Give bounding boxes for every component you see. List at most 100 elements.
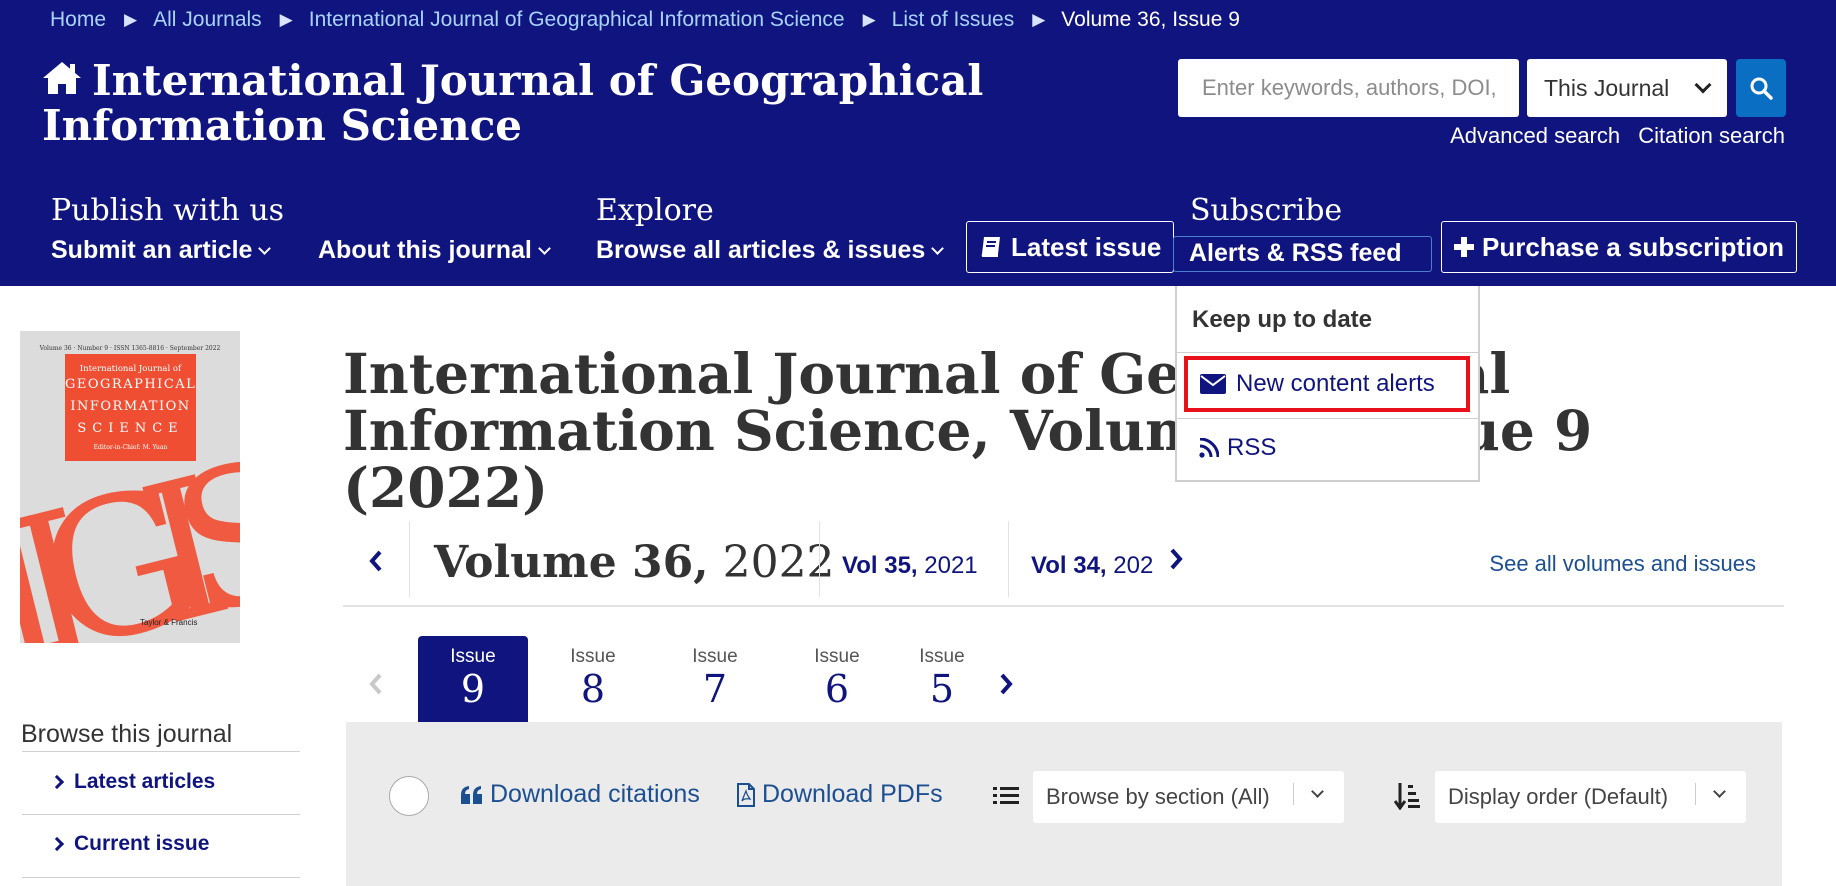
purchase-subscription-label: Purchase a subscription bbox=[1482, 231, 1784, 262]
latest-issue-label: Latest issue bbox=[1011, 231, 1162, 262]
issue-label: Issue bbox=[570, 646, 616, 667]
sidebar-item-latest-articles[interactable]: Latest articles bbox=[49, 770, 215, 794]
issue-label: Issue bbox=[450, 646, 496, 667]
chevron-down-icon bbox=[1713, 785, 1726, 798]
sidebar-item-label: Current issue bbox=[74, 832, 210, 855]
divider bbox=[1177, 352, 1478, 353]
download-pdfs-label: Download PDFs bbox=[762, 780, 943, 808]
issue-tab-5[interactable]: Issue 5 bbox=[904, 636, 979, 728]
nav-group-subscribe: Subscribe bbox=[1190, 193, 1342, 229]
rss-label: RSS bbox=[1227, 434, 1277, 461]
publisher-logo: Taylor & Francis bbox=[140, 618, 198, 627]
issue-navigator: Issue 9 Issue 8 Issue 7 Issue 6 Issue 5 bbox=[343, 634, 1043, 730]
sort-icon bbox=[1394, 783, 1420, 810]
journal-title: International Journal of Geographical In… bbox=[42, 56, 984, 150]
citation-search-link[interactable]: Citation search bbox=[1638, 123, 1785, 148]
browse-articles-menu[interactable]: Browse all articles & issues bbox=[596, 236, 945, 265]
alerts-dropdown: Keep up to date New content alerts RSS bbox=[1175, 286, 1480, 482]
browse-articles-label: Browse all articles & issues bbox=[596, 236, 926, 264]
chevron-down-icon bbox=[538, 242, 551, 255]
rss-link[interactable]: RSS bbox=[1199, 434, 1276, 462]
chevron-down-icon bbox=[1694, 76, 1712, 94]
current-volume-year: 2022 bbox=[722, 537, 835, 588]
browse-by-section-select[interactable]: Browse by section (All) bbox=[1033, 771, 1344, 823]
journal-title-link[interactable]: International Journal of Geographical In… bbox=[42, 58, 1182, 148]
chevron-down-icon bbox=[258, 242, 272, 255]
issue-label: Issue bbox=[919, 646, 965, 667]
see-all-volumes-link[interactable]: See all volumes and issues bbox=[1489, 551, 1756, 577]
issue-tab-6[interactable]: Issue 6 bbox=[782, 636, 892, 728]
chevron-left-icon[interactable] bbox=[368, 672, 384, 696]
nav-group-title: Explore bbox=[596, 193, 714, 228]
divider bbox=[1695, 783, 1696, 805]
cover-line: GEOGRAPHICAL bbox=[65, 377, 197, 392]
search-links: Advanced search Citation search bbox=[1438, 123, 1785, 149]
quote-icon bbox=[461, 785, 482, 804]
chevron-right-icon bbox=[49, 774, 65, 790]
about-journal-label: About this journal bbox=[318, 236, 532, 264]
display-order-value: Display order (Default) bbox=[1448, 784, 1669, 809]
volume-year: 2021 bbox=[924, 552, 978, 579]
nav-group-publish: Publish with us bbox=[51, 193, 284, 229]
search-scope-select[interactable]: This Journal bbox=[1527, 59, 1727, 117]
search-scope-value: This Journal bbox=[1544, 74, 1670, 101]
home-icon bbox=[43, 62, 81, 94]
rss-icon bbox=[1199, 438, 1219, 458]
issue-number: 6 bbox=[824, 667, 850, 711]
divider bbox=[1008, 521, 1009, 597]
issue-number: 5 bbox=[929, 667, 955, 711]
current-volume: Volume 36, 2022 bbox=[434, 537, 835, 588]
breadcrumb-list-of-issues[interactable]: List of Issues bbox=[892, 8, 1015, 32]
issue-label: Issue bbox=[692, 646, 738, 667]
volume-label: Vol 35, bbox=[842, 552, 918, 579]
divider bbox=[1293, 783, 1294, 805]
alerts-rss-menu[interactable]: Alerts & RSS feed bbox=[1173, 236, 1432, 272]
pdf-file-icon bbox=[737, 782, 755, 807]
cover-line: International Journal of bbox=[79, 364, 182, 374]
breadcrumb-home[interactable]: Home bbox=[50, 8, 106, 32]
browse-journal-heading: Browse this journal bbox=[21, 720, 233, 748]
volume-35-link[interactable]: Vol 35, 2021 bbox=[842, 552, 982, 580]
journal-cover-image[interactable]: Volume 36 · Number 9 · ISSN 1365-8816 · … bbox=[20, 331, 240, 643]
cover-line: INFORMATION bbox=[70, 399, 191, 414]
download-citations-button[interactable]: Download citations bbox=[460, 780, 700, 809]
sidebar-item-current-issue[interactable]: Current issue bbox=[49, 832, 210, 856]
plus-icon bbox=[1454, 237, 1474, 257]
issue-tab-7[interactable]: Issue 7 bbox=[660, 636, 770, 728]
divider bbox=[819, 521, 820, 597]
breadcrumb: Home ▶ All Journals ▶ International Jour… bbox=[50, 8, 1240, 32]
breadcrumb-all-journals[interactable]: All Journals bbox=[153, 8, 262, 32]
divider bbox=[1177, 418, 1478, 419]
display-order-select[interactable]: Display order (Default) bbox=[1435, 771, 1746, 823]
chevron-right-icon[interactable] bbox=[1168, 547, 1184, 571]
chevron-down-icon bbox=[931, 242, 945, 255]
current-volume-label: Volume 36, bbox=[434, 537, 709, 588]
volume-34-link[interactable]: Vol 34, 2020 bbox=[1031, 552, 1154, 580]
about-journal-menu[interactable]: About this journal bbox=[318, 236, 551, 265]
issue-tab-8[interactable]: Issue 8 bbox=[538, 636, 648, 728]
divider bbox=[22, 751, 300, 752]
new-content-alerts-link[interactable]: New content alerts bbox=[1184, 356, 1470, 412]
site-header: Home ▶ All Journals ▶ International Jour… bbox=[0, 0, 1836, 286]
cover-editor: Editor-in-Chief: M. Yuan bbox=[93, 444, 168, 451]
search-button[interactable] bbox=[1736, 59, 1786, 117]
search-input[interactable] bbox=[1178, 59, 1519, 117]
breadcrumb-separator-icon: ▶ bbox=[279, 10, 293, 29]
chevron-right-icon[interactable] bbox=[998, 672, 1014, 696]
list-icon bbox=[993, 787, 1019, 804]
select-all-checkbox[interactable] bbox=[389, 776, 429, 816]
latest-issue-button[interactable]: Latest issue bbox=[966, 221, 1175, 273]
breadcrumb-journal[interactable]: International Journal of Geographical In… bbox=[309, 8, 845, 32]
browse-by-section-value: Browse by section (All) bbox=[1046, 784, 1270, 809]
issue-number: 7 bbox=[702, 667, 728, 711]
download-citations-label: Download citations bbox=[490, 780, 700, 808]
purchase-subscription-button[interactable]: Purchase a subscription bbox=[1441, 221, 1797, 273]
submit-article-label: Submit an article bbox=[51, 236, 253, 264]
issue-tab-9[interactable]: Issue 9 bbox=[418, 636, 528, 728]
chevron-left-icon[interactable] bbox=[368, 549, 384, 573]
submit-article-menu[interactable]: Submit an article bbox=[51, 236, 272, 265]
issue-number: 9 bbox=[460, 667, 486, 711]
advanced-search-link[interactable]: Advanced search bbox=[1450, 123, 1620, 148]
download-pdfs-button[interactable]: Download PDFs bbox=[736, 780, 943, 809]
new-content-alerts-label: New content alerts bbox=[1236, 370, 1435, 397]
